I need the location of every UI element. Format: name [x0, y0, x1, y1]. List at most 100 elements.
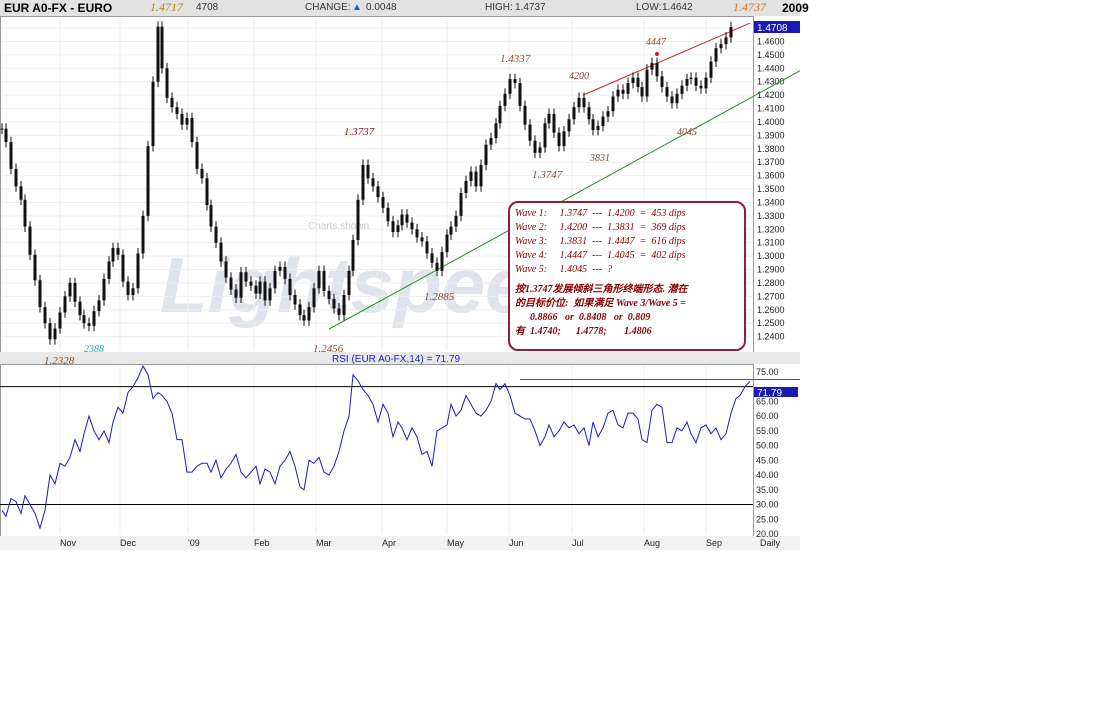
- price-bar-body: [640, 87, 644, 97]
- price-bar-body: [582, 97, 586, 108]
- price-tick-label: 1.2500: [757, 318, 785, 328]
- price-bar-body: [376, 186, 380, 198]
- price-bar-body: [332, 299, 336, 309]
- note-line-4: 有 1.4740; 1.4778; 1.4806: [515, 326, 652, 337]
- price-bar-body: [141, 215, 145, 254]
- price-bar-body: [616, 89, 620, 97]
- price-bar-body: [371, 178, 375, 187]
- price-bar-body: [258, 281, 262, 294]
- x-tick-label: Mar: [316, 538, 332, 548]
- price-bar-body: [268, 288, 272, 301]
- price-bar-body: [102, 278, 106, 301]
- price-bar-body: [214, 226, 218, 243]
- price-bar-body: [391, 221, 395, 232]
- price-bar-body: [626, 83, 630, 94]
- price-bar-body: [543, 123, 547, 148]
- price-bar-body: [591, 119, 595, 131]
- wave4-marker: [655, 52, 659, 56]
- price-tick-label: 1.2400: [757, 332, 785, 342]
- price-bar-body: [337, 308, 341, 316]
- price-bar-body: [175, 107, 179, 114]
- price-bar-body: [670, 96, 674, 104]
- price-bar-body: [342, 295, 346, 316]
- price-bar-body: [675, 93, 679, 104]
- price-bar-body: [293, 295, 297, 305]
- price-bar-body: [587, 107, 591, 120]
- price-bar-body: [386, 207, 390, 222]
- x-tick-label: Jun: [509, 538, 524, 548]
- x-tick-label: Apr: [382, 538, 396, 548]
- price-bar-body: [224, 261, 228, 278]
- price-bar-body: [121, 254, 125, 282]
- price-tick-label: 1.3500: [757, 184, 785, 194]
- price-bar-body: [596, 125, 600, 131]
- price-bar-body: [724, 37, 728, 45]
- price-bar-body: [239, 272, 243, 298]
- price-tick-label: 1.3300: [757, 211, 785, 221]
- x-tick-label: Daily: [760, 538, 781, 548]
- price-bar-body: [273, 270, 277, 289]
- price-bar-body: [572, 107, 576, 120]
- price-bar-body: [636, 77, 640, 88]
- price-bar-body: [229, 277, 233, 290]
- price-bar-body: [185, 117, 189, 125]
- price-tick-label: 1.3900: [757, 130, 785, 140]
- price-bar-body: [107, 261, 111, 279]
- price-bar-body: [381, 197, 385, 208]
- price-bar-body: [14, 168, 18, 187]
- price-bar-body: [601, 116, 605, 126]
- price-bar-body: [234, 289, 238, 298]
- price-bar-body: [156, 26, 160, 82]
- price-bar-body: [63, 296, 67, 313]
- price-bar-body: [513, 79, 517, 84]
- price-bar-body: [48, 323, 52, 340]
- price-bar-body: [28, 226, 32, 255]
- price-bar-body: [190, 117, 194, 143]
- price-bar-body: [351, 240, 355, 271]
- wave-line-3: Wave 3: 1.3831 --- 1.4447 = 616 dips: [515, 236, 686, 247]
- price-bar-body: [283, 266, 287, 279]
- price-bar-body: [508, 79, 512, 94]
- price-bar-body: [577, 97, 581, 108]
- price-bar-body: [454, 215, 458, 227]
- note-line-2: 的目标价位: 如果满足 Wave 3/Wave 5 =: [515, 298, 686, 309]
- price-bar-body: [445, 234, 449, 253]
- rsi-tick-label: 25.00: [756, 514, 779, 524]
- price-bar-body: [606, 111, 610, 117]
- price-bar-body: [82, 315, 86, 324]
- price-bar-body: [685, 79, 689, 86]
- price-bar-body: [327, 290, 331, 300]
- x-tick-label: Aug: [644, 538, 660, 548]
- price-bar-body: [694, 77, 698, 86]
- wave-line-1: Wave 1: 1.3747 --- 1.4200 = 453 dips: [515, 208, 686, 219]
- annotation-12885: 1.2885: [424, 291, 455, 303]
- price-bar-body: [200, 168, 204, 179]
- price-bar-body: [97, 300, 101, 312]
- price-bar-body: [567, 119, 571, 132]
- x-tick-label: Sep: [706, 538, 722, 548]
- price-bar-body: [78, 301, 82, 316]
- rsi-tick-label: 30.00: [756, 500, 779, 510]
- price-bar-body: [474, 171, 478, 187]
- price-bar-body: [459, 193, 463, 216]
- price-bar-body: [430, 253, 434, 263]
- price-bar-body: [0, 128, 4, 130]
- price-bar-body: [562, 131, 566, 147]
- price-tick-label: 1.2700: [757, 291, 785, 301]
- price-bar-body: [621, 89, 625, 94]
- chart-area: EUR A0-FX - EURO 1.4717 4708 CHANGE: ▲ 0…: [0, 0, 809, 550]
- annotation-3831: 3831: [589, 153, 610, 164]
- price-bar-body: [307, 307, 311, 321]
- price-bar-body: [449, 226, 453, 235]
- price-tick-label: 1.4500: [757, 50, 785, 60]
- price-bar-body: [405, 214, 409, 223]
- rsi-tick-label: 35.00: [756, 485, 779, 495]
- price-bar-body: [518, 83, 522, 106]
- price-bar-body: [361, 164, 365, 200]
- price-bar-body: [131, 288, 135, 296]
- wave-line-5: Wave 5: 1.4045 --- ?: [515, 264, 613, 275]
- x-tick-label: Jul: [572, 538, 584, 548]
- price-bar-body: [43, 307, 47, 324]
- price-bar-body: [440, 252, 444, 271]
- note-line-3: 0.8866 or 0.8408 or 0.809: [515, 312, 651, 323]
